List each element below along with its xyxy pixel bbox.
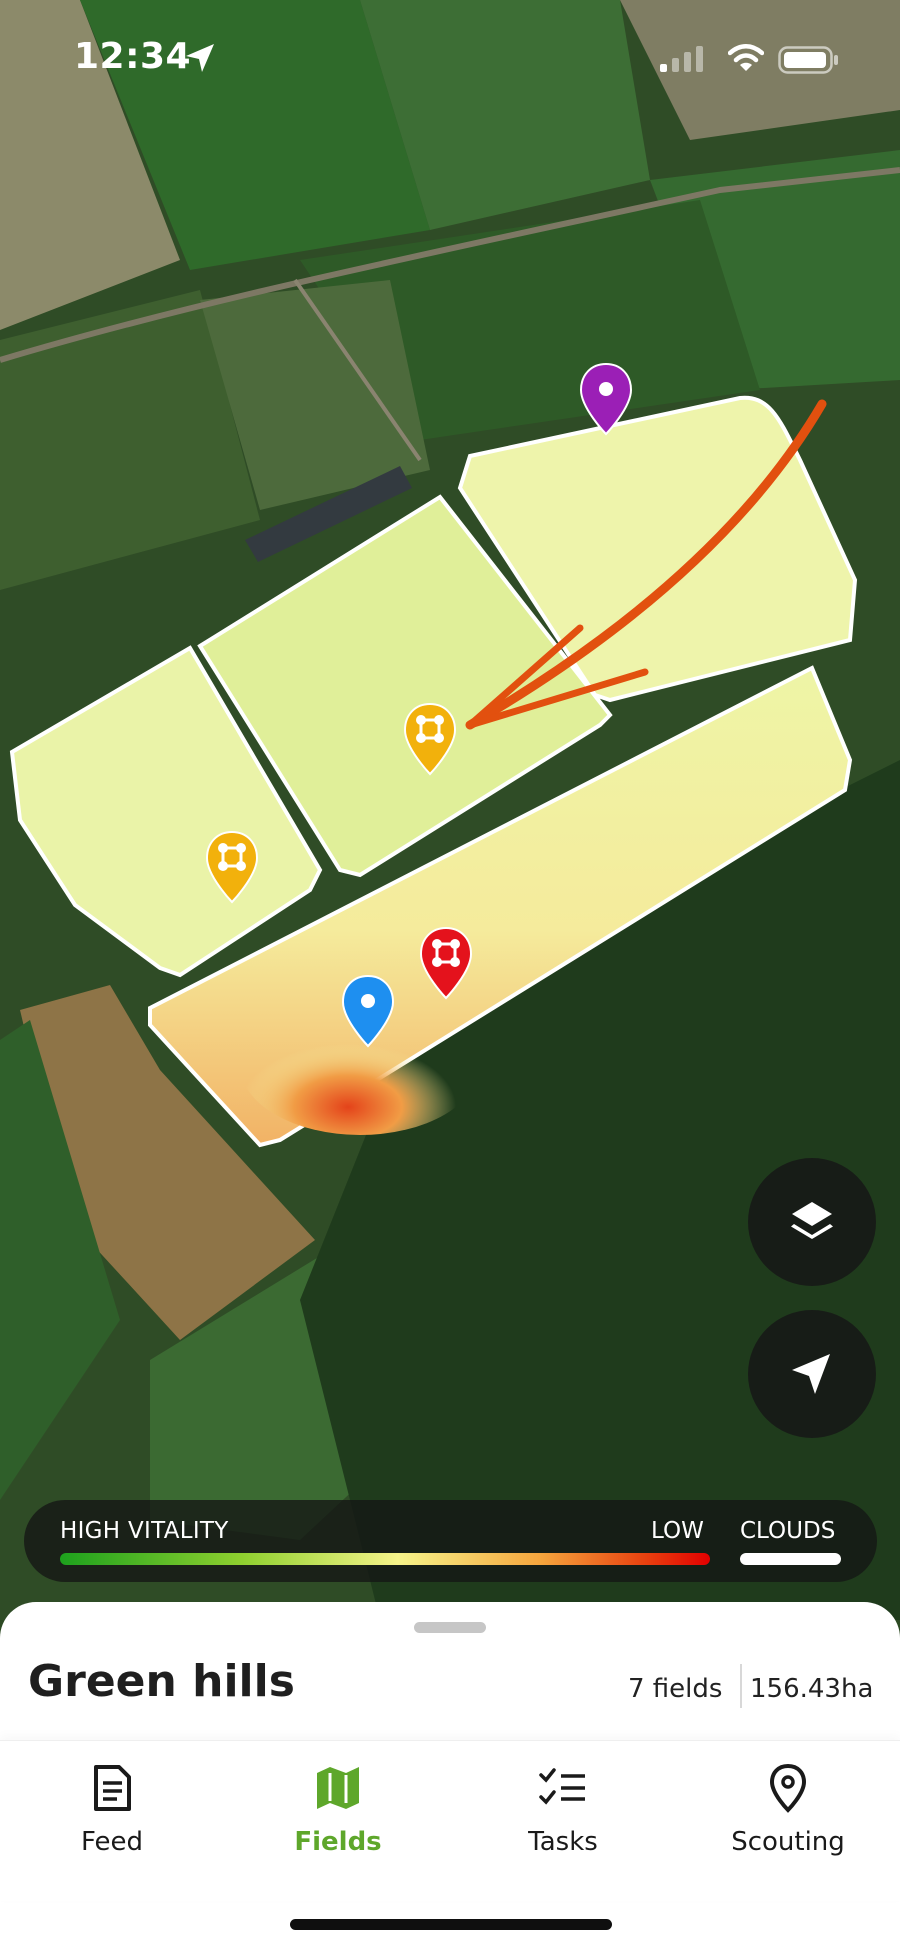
dot-icon	[599, 382, 613, 396]
dot-icon	[361, 994, 375, 1008]
tab-tasks-label: Tasks	[528, 1827, 598, 1857]
home-indicator	[290, 1919, 612, 1930]
layers-icon	[791, 1202, 833, 1239]
tab-tasks[interactable]: Tasks	[473, 1763, 653, 1857]
legend-clouds-label: CLOUDS	[740, 1518, 836, 1544]
satellite-map[interactable]: 12:34 HIGH VITALITY LOW CLOUDS	[0, 0, 900, 1620]
map-pin-blue[interactable]	[340, 974, 396, 1050]
battery-icon	[778, 46, 838, 74]
map-icon	[317, 1767, 359, 1809]
sheet-drag-handle[interactable]	[414, 1622, 486, 1633]
total-area: 156.43ha	[750, 1674, 874, 1704]
map-pin-purple[interactable]	[578, 362, 634, 438]
status-time: 12:34	[74, 36, 192, 77]
farm-name: Green hills	[28, 1656, 295, 1707]
tab-feed-label: Feed	[80, 1827, 144, 1857]
tab-feed[interactable]: Feed	[22, 1763, 202, 1857]
tab-scouting-label: Scouting	[731, 1827, 845, 1857]
tab-scouting[interactable]: Scouting	[698, 1763, 878, 1857]
clouds-swatch	[740, 1553, 841, 1565]
status-bar: 12:34	[0, 0, 900, 120]
fields-count: 7 fields	[628, 1674, 723, 1704]
map-pin-yellow-field[interactable]	[402, 702, 458, 778]
checklist-icon	[539, 1768, 585, 1805]
document-icon	[94, 1765, 131, 1811]
navigation-arrow-icon	[792, 1354, 830, 1394]
location-arrow-icon	[186, 44, 214, 72]
vitality-legend: HIGH VITALITY LOW CLOUDS	[24, 1500, 877, 1582]
farm-bottom-sheet[interactable]: Green hills 7 fields 156.43ha Feed Field…	[0, 1602, 900, 1949]
stats-divider	[740, 1664, 742, 1708]
legend-low-label: LOW	[651, 1518, 704, 1544]
layers-button[interactable]	[748, 1158, 876, 1286]
bottom-tab-bar: Feed Fields Tasks Scouting	[0, 1740, 900, 1901]
legend-high-label: HIGH VITALITY	[60, 1518, 229, 1544]
location-pin-icon	[769, 1763, 807, 1813]
tab-fields[interactable]: Fields	[248, 1763, 428, 1857]
map-pin-yellow-field[interactable]	[204, 830, 260, 906]
wifi-icon	[728, 44, 764, 71]
vitality-gradient-bar	[60, 1553, 710, 1565]
tab-fields-label: Fields	[294, 1827, 382, 1857]
map-pin-red-field[interactable]	[418, 926, 474, 1002]
my-location-button[interactable]	[748, 1310, 876, 1438]
cellular-signal-icon	[660, 46, 703, 72]
